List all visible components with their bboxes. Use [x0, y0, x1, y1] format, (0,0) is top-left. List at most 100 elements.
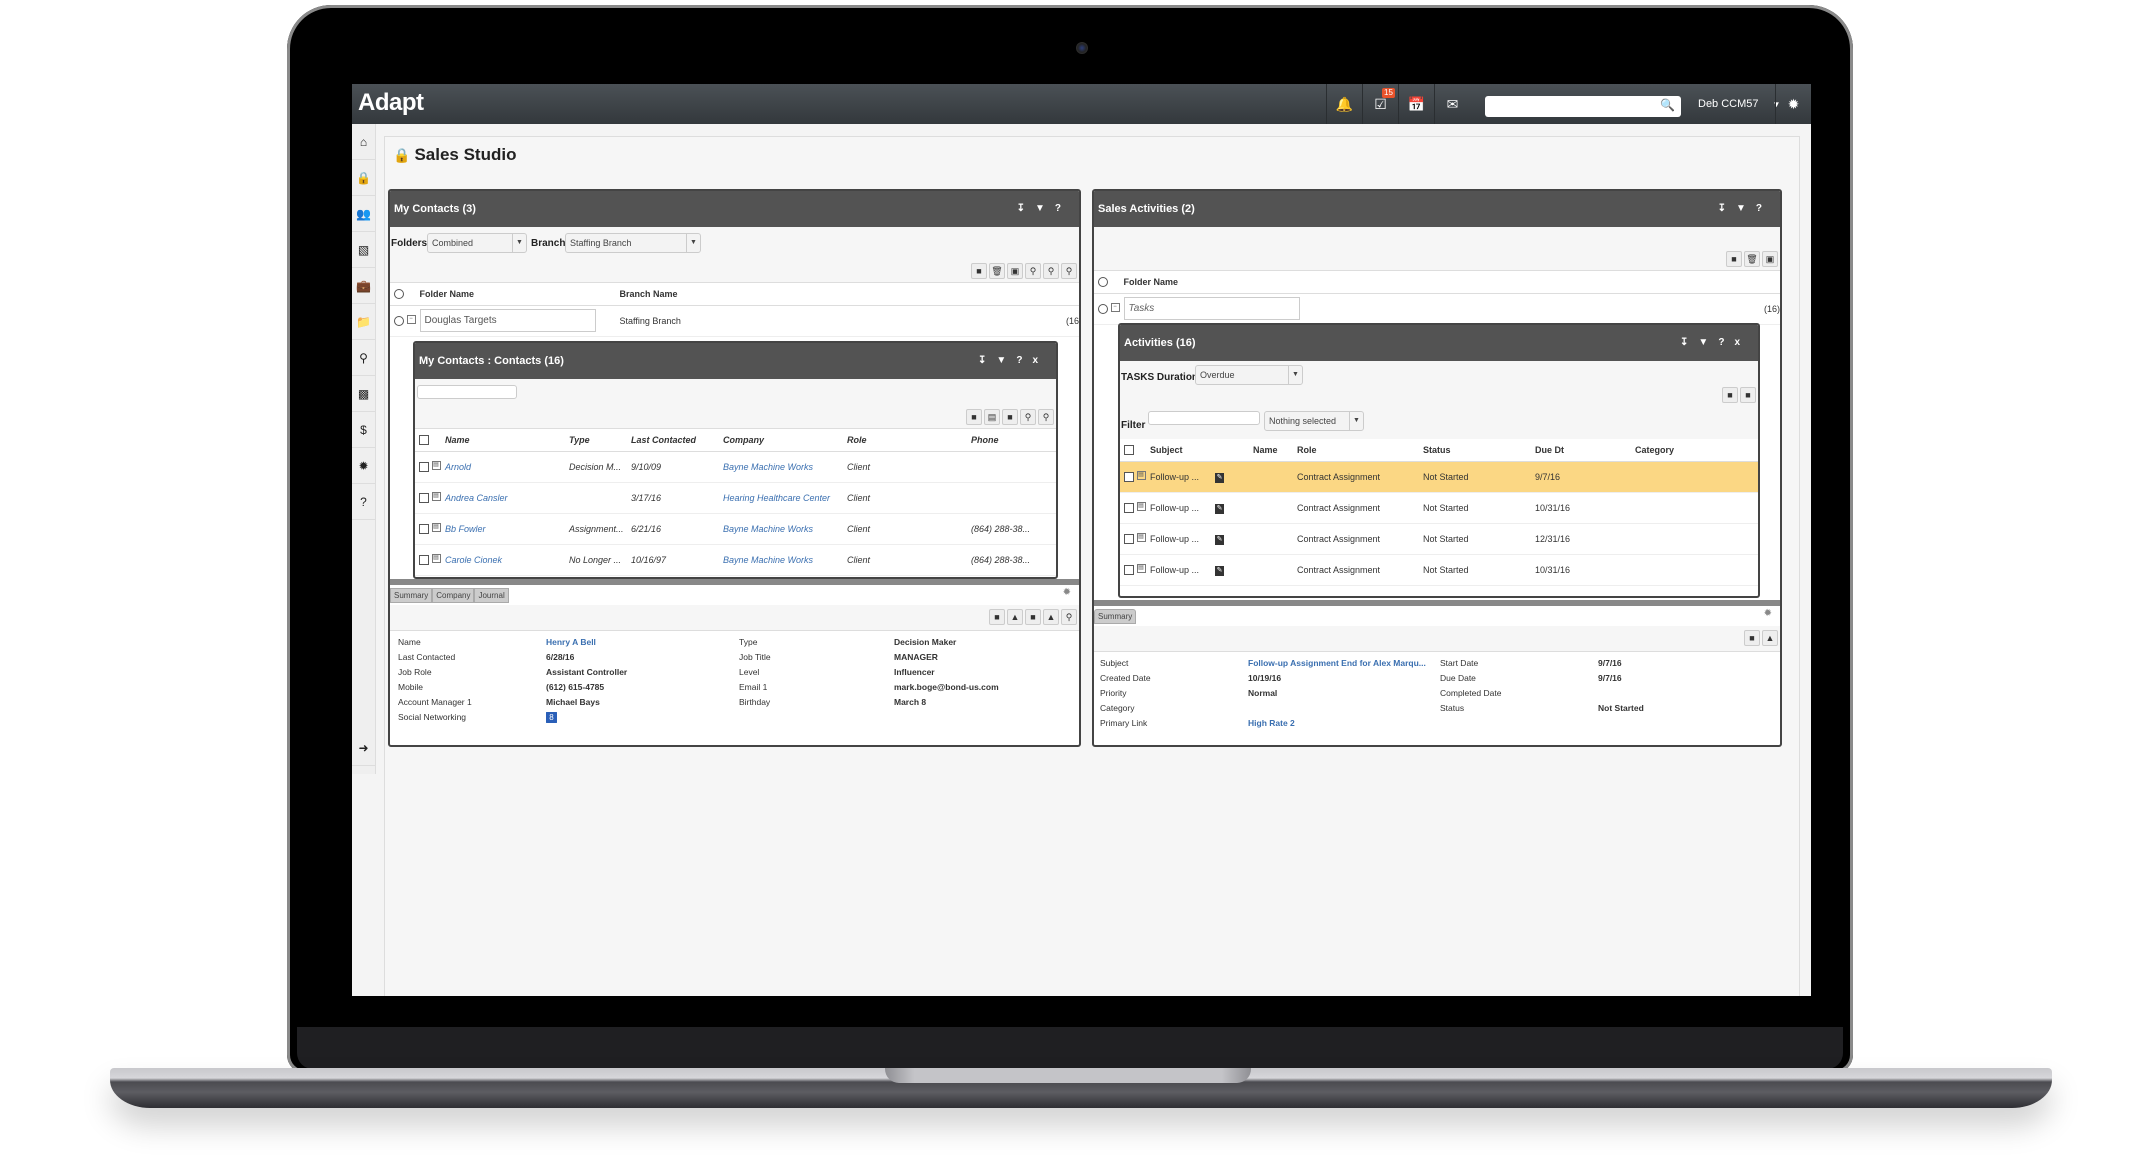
tab-company[interactable]: Company — [432, 588, 475, 603]
folder-move-icon[interactable]: ■ — [1025, 609, 1041, 625]
activity-card-icon[interactable]: ▤ — [1136, 533, 1146, 543]
select-all-checkbox[interactable] — [1124, 445, 1134, 456]
row-checkbox[interactable] — [1124, 502, 1134, 513]
contact-card-icon[interactable]: ▤ — [431, 492, 441, 502]
column-branch-name[interactable]: Branch Name — [615, 283, 984, 306]
folder-icon[interactable]: 📁 — [352, 304, 375, 340]
billing-icon[interactable]: $ — [352, 412, 375, 448]
sales-studio-icon[interactable]: 🔒 — [352, 160, 375, 196]
table-row[interactable]: ▤ Follow-up ... ✎ Contract Assignment Not St… — [1120, 492, 1758, 524]
folder-name[interactable]: Tasks — [1123, 297, 1300, 320]
collapse-icon[interactable]: − — [1110, 303, 1120, 313]
activity-subject[interactable]: Follow-up ... — [1146, 554, 1211, 586]
activity-subject[interactable]: Follow-up ... — [1146, 461, 1211, 493]
folder-icon[interactable]: ■ — [1726, 251, 1742, 267]
tasks-icon[interactable]: ☑ 15 — [1362, 84, 1398, 124]
table-row[interactable]: ▤ Carole Cionek No Longer ... 10/16/97 Bayne… — [415, 544, 1056, 576]
zoom-out-icon[interactable]: ⚲ — [1061, 263, 1077, 279]
companies-icon[interactable]: ▧ — [352, 232, 375, 268]
row-checkbox[interactable] — [419, 492, 429, 503]
help-icon[interactable]: ? — [352, 484, 375, 520]
branch-select[interactable]: Staffing Branch ▼ — [565, 233, 701, 253]
tab-summary[interactable]: Summary — [1094, 609, 1137, 624]
edit-icon[interactable]: ✎ — [1215, 472, 1224, 483]
help-icon[interactable]: ? — [1055, 203, 1071, 214]
zoom-out-icon[interactable]: ⚲ — [1038, 409, 1054, 425]
user-menu[interactable]: Deb CCM57 ▼ — [1698, 84, 1780, 124]
row-select[interactable]: ▤ — [1120, 554, 1146, 586]
global-search-input[interactable]: 🔍 — [1485, 96, 1681, 117]
collapse-icon[interactable]: ▼ — [1035, 203, 1055, 214]
table-row[interactable]: ▤ Bb Fowler Assignment... 6/21/16 Bayne Mach… — [415, 513, 1056, 545]
pin-icon[interactable]: ↧ — [978, 355, 996, 366]
search-icon[interactable]: ⚲ — [352, 340, 375, 376]
edit-icon[interactable]: ✎ — [1215, 565, 1224, 576]
row-select[interactable]: ▤ — [415, 544, 441, 576]
bell-icon[interactable]: 🔔 — [1326, 84, 1362, 124]
contact-name[interactable]: Andrea Cansler — [441, 482, 565, 514]
column-role[interactable]: Role — [1293, 439, 1419, 462]
column-company[interactable]: Company — [719, 429, 843, 452]
column-type[interactable]: Type — [565, 429, 627, 452]
select-all-checkbox[interactable] — [419, 435, 429, 446]
trash-icon[interactable]: 🗑 — [989, 263, 1005, 279]
column-folder-name[interactable]: Folder Name — [415, 283, 616, 306]
column-name[interactable]: Name — [1249, 439, 1293, 462]
gear-icon[interactable]: ✹ — [1775, 84, 1811, 124]
folder-name[interactable]: Douglas Targets — [419, 309, 596, 332]
save-icon[interactable]: ▣ — [1007, 263, 1023, 279]
folder-row[interactable]: − Tasks (16) — [1094, 293, 1780, 325]
folders-select[interactable]: Combined ▼ — [427, 233, 527, 253]
folder-icon[interactable]: ■ — [989, 609, 1005, 625]
contact-name[interactable]: Bb Fowler — [441, 513, 565, 545]
column-status[interactable]: Status — [1419, 439, 1531, 462]
column-phone[interactable]: Phone — [967, 429, 1056, 452]
collapse-icon[interactable]: ▼ — [996, 355, 1016, 366]
pin-icon[interactable]: ↧ — [1680, 337, 1698, 348]
row-checkbox[interactable] — [419, 461, 429, 472]
save-icon[interactable]: ▣ — [1762, 251, 1778, 267]
search-icon[interactable]: 🔍 — [1660, 98, 1675, 112]
activity-card-icon[interactable]: ▤ — [1136, 564, 1146, 574]
home-icon[interactable]: ⌂ — [352, 124, 375, 160]
row-checkbox[interactable] — [419, 554, 429, 565]
folder-icon[interactable]: ■ — [1722, 387, 1738, 403]
row-select[interactable]: ▤ — [1120, 461, 1146, 493]
edit-icon[interactable]: ✎ — [1215, 503, 1224, 514]
filter-select[interactable]: Nothing selected ▼ — [1264, 411, 1364, 431]
zoom-in-icon[interactable]: ⚲ — [1020, 409, 1036, 425]
column-name[interactable]: Name — [441, 429, 565, 452]
contact-name[interactable]: Arnold — [441, 451, 565, 483]
pin-icon[interactable]: ↧ — [1718, 203, 1736, 214]
row-checkbox[interactable] — [1124, 471, 1134, 482]
column-category[interactable]: Category — [1631, 439, 1758, 462]
folder-move-icon[interactable]: ■ — [1002, 409, 1018, 425]
detail-value[interactable]: High Rate 2 — [1248, 718, 1295, 728]
row-checkbox[interactable] — [1124, 564, 1134, 575]
app-logo[interactable]: Adapt — [358, 89, 424, 117]
search-icon[interactable]: ⚲ — [1061, 609, 1077, 625]
table-row[interactable]: ▤ Follow-up ... ✎ Contract Assignment Not St… — [1120, 461, 1758, 493]
column-subject[interactable]: Subject — [1146, 439, 1211, 462]
row-checkbox[interactable] — [1124, 533, 1134, 544]
activity-subject[interactable]: Follow-up ... — [1146, 523, 1211, 555]
row-select[interactable]: ▤ — [1120, 492, 1146, 524]
pin-icon[interactable]: ↧ — [1017, 203, 1035, 214]
select-all-radio[interactable] — [1098, 277, 1108, 288]
contacts-icon[interactable]: 👥 — [352, 196, 375, 232]
contact-card-icon[interactable]: ▤ — [431, 554, 441, 564]
column-due-date[interactable]: Due Dt — [1531, 439, 1631, 462]
table-row[interactable]: ▤ Andrea Cansler 3/17/16 Hearing Healthcare… — [415, 482, 1056, 514]
folder-row[interactable]: − Douglas Targets Staffing Branch (16 — [390, 305, 1079, 337]
upload-icon[interactable]: ▲ — [1007, 609, 1023, 625]
row-select[interactable]: ▤ — [415, 451, 441, 483]
folder-icon[interactable]: ■ — [971, 263, 987, 279]
folder-icon[interactable]: ■ — [1744, 630, 1760, 646]
table-row[interactable]: ▤ Arnold Decision M... 9/10/09 Bayne Machine… — [415, 451, 1056, 483]
org-chart-icon[interactable]: ▲ — [1043, 609, 1059, 625]
calendar-icon[interactable]: 📅 — [1398, 84, 1434, 124]
row-select[interactable]: ▤ — [415, 482, 441, 514]
filter-input[interactable] — [1148, 411, 1260, 425]
collapse-icon[interactable]: ▼ — [1736, 203, 1756, 214]
collapse-icon[interactable]: − — [406, 315, 416, 325]
